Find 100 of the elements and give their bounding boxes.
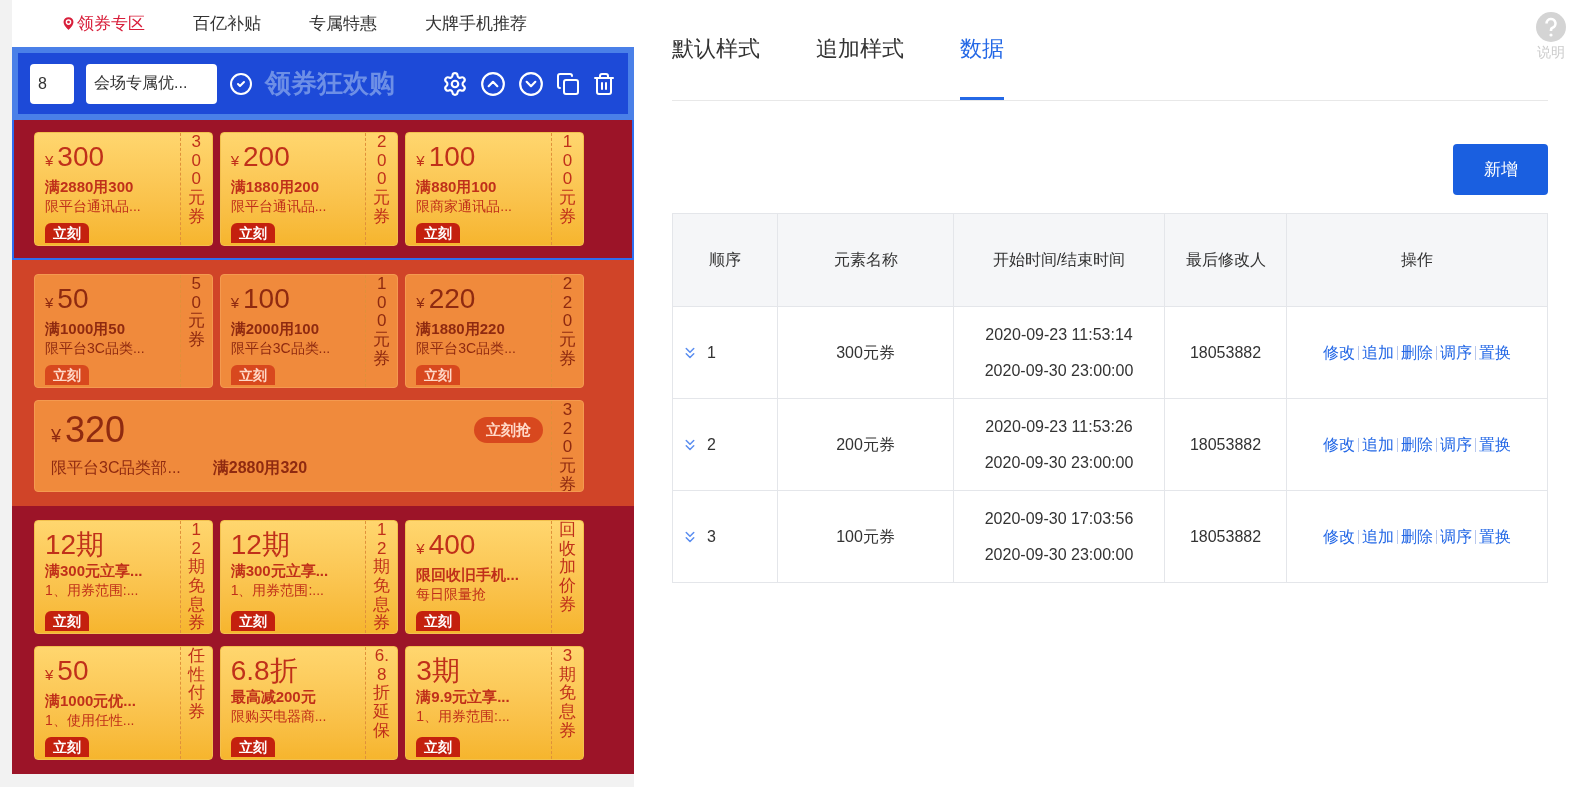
delete-icon[interactable] xyxy=(592,71,616,96)
copy-icon[interactable] xyxy=(556,71,580,96)
coupon-amount: ¥100 xyxy=(416,141,477,174)
claim-button[interactable]: 立刻 xyxy=(230,365,275,385)
coupon-card[interactable]: ¥200 满1880用200 限平台通讯品... 立刻 200元券 xyxy=(219,132,399,246)
table-cell: 100元券 xyxy=(778,491,954,582)
start-time: 2020-09-23 11:53:14 xyxy=(985,324,1133,345)
action-link[interactable]: 修改 xyxy=(1323,432,1355,457)
coupon-card[interactable]: 12期 满300元立享... 1、用券范围:... 立刻 12期免息券 xyxy=(34,520,213,634)
action-link[interactable]: 追加 xyxy=(1362,432,1394,457)
action-link[interactable]: 置换 xyxy=(1479,340,1511,365)
coupon-condition: 满1880用200 xyxy=(230,177,321,197)
claim-button[interactable]: 立刻 xyxy=(230,737,275,757)
action-link[interactable]: 追加 xyxy=(1362,524,1394,549)
coupon-side-label: 100元券 xyxy=(559,133,576,228)
coupon-amount: ¥100 xyxy=(230,283,291,316)
confirm-icon[interactable] xyxy=(229,71,253,96)
claim-button[interactable]: 立刻 xyxy=(45,365,89,385)
claim-button[interactable]: 立刻 xyxy=(230,223,275,243)
action-link[interactable]: 删除 xyxy=(1401,340,1433,365)
coupon-condition: 满1000用50 xyxy=(45,319,127,339)
coupon-amount: ¥50 xyxy=(45,283,90,316)
action-link[interactable]: 调序 xyxy=(1440,340,1472,365)
nav-tab[interactable]: 专属特惠 xyxy=(309,10,377,37)
coupon-description: 限平台3C品类... xyxy=(416,339,517,358)
help-icon xyxy=(1536,12,1566,42)
coupon-card[interactable]: ¥100 满2000用100 限平台3C品类... 立刻 100元券 xyxy=(219,274,399,388)
table-cell: 18053882 xyxy=(1165,491,1287,582)
coupon-description: 限平台3C品类部... xyxy=(51,458,181,478)
claim-button[interactable]: 立刻 xyxy=(416,737,461,757)
claim-button[interactable]: 立刻 xyxy=(416,365,461,385)
settings-icon[interactable] xyxy=(442,70,468,97)
coupon-card[interactable]: ¥50 满1000元优... 1、使用任性... 立刻 任性付券 xyxy=(34,646,213,760)
section-title: 领券狂欢购 xyxy=(265,67,395,100)
nav-tab[interactable]: 领券专区 xyxy=(60,10,145,37)
coupon-description: 限平台3C品类... xyxy=(45,339,146,358)
coupon-side-label: 3期免息券 xyxy=(559,647,576,742)
coupon-amount: 12期 xyxy=(45,529,106,561)
coupon-card[interactable]: 3期 满9.9元立享... 1、用券范围:... 立刻 3期免息券 xyxy=(405,646,584,760)
coupon-card[interactable]: 12期 满300元立享... 1、用券范围:... 立刻 12期免息券 xyxy=(219,520,399,634)
grab-button[interactable]: 立刻抢 xyxy=(474,416,543,444)
action-link[interactable]: 调序 xyxy=(1440,524,1472,549)
location-pin-icon xyxy=(60,15,77,32)
coupon-description: 限平台通讯品... xyxy=(230,197,328,216)
coupon-condition: 满2880用300 xyxy=(45,177,135,197)
coupon-amount: 12期 xyxy=(230,529,291,561)
coupon-card[interactable]: ¥50 满1000用50 限平台3C品类... 立刻 50元券 xyxy=(34,274,213,388)
coupon-side-label: 6.8折延保 xyxy=(373,647,391,742)
column-header: 最后修改人 xyxy=(1165,214,1287,306)
action-link[interactable]: 删除 xyxy=(1401,524,1433,549)
nav-tab[interactable]: 百亿补贴 xyxy=(193,10,261,37)
coupon-card[interactable]: ¥100 满880用100 限商家通讯品... 立刻 100元券 xyxy=(405,132,584,246)
action-link[interactable]: 置换 xyxy=(1479,432,1511,457)
coupon-side-label: 100元券 xyxy=(373,275,391,370)
coupon-description: 1、用券范围:... xyxy=(416,707,511,726)
claim-button[interactable]: 立刻 xyxy=(45,611,89,631)
coupon-side-label: 12期免息券 xyxy=(187,521,205,633)
coupon-description: 限平台通讯品... xyxy=(45,197,142,216)
table-cell: 18053882 xyxy=(1165,399,1287,490)
action-link[interactable]: 修改 xyxy=(1323,524,1355,549)
coupon-card[interactable]: 6.8折 最高减200元 限购买电器商... 立刻 6.8折延保 xyxy=(219,646,399,760)
coupon-side-label: 任性付券 xyxy=(187,647,205,724)
claim-button[interactable]: 立刻 xyxy=(230,611,275,631)
coupon-side-label: 回收加价券 xyxy=(559,521,576,616)
claim-button[interactable]: 立刻 xyxy=(45,737,89,757)
add-button[interactable]: 新增 xyxy=(1453,144,1548,195)
coupon-condition: 限回收旧手机... xyxy=(416,565,520,585)
action-link[interactable]: 修改 xyxy=(1323,340,1355,365)
start-time: 2020-09-23 11:53:26 xyxy=(985,416,1133,437)
move-up-icon[interactable] xyxy=(480,70,506,97)
claim-button[interactable]: 立刻 xyxy=(416,223,461,243)
claim-button[interactable]: 立刻 xyxy=(45,223,89,243)
coupon-amount: ¥50 xyxy=(45,655,90,688)
coupon-card[interactable]: ¥400 限回收旧手机... 每日限量抢 立刻 回收加价券 xyxy=(405,520,584,634)
coupon-card[interactable]: ¥300 满2880用300 限平台通讯品... 立刻 300元券 xyxy=(34,132,213,246)
panel-tab[interactable]: 默认样式 xyxy=(672,0,760,100)
coupon-condition: 满1000元优... xyxy=(45,691,137,711)
end-time: 2020-09-30 23:00:00 xyxy=(984,452,1134,473)
panel-tab[interactable]: 数据 xyxy=(960,0,1004,100)
move-down-icon[interactable] xyxy=(518,70,544,97)
action-link[interactable]: 置换 xyxy=(1479,524,1511,549)
coupon-condition: 满1880用220 xyxy=(416,319,506,339)
panel-tab[interactable]: 追加样式 xyxy=(816,0,904,100)
nav-tab[interactable]: 大牌手机推荐 xyxy=(425,10,527,37)
coupon-description: 限商家通讯品... xyxy=(416,197,513,216)
name-field[interactable]: 会场专属优... xyxy=(86,63,217,104)
start-time: 2020-09-30 17:03:56 xyxy=(984,508,1134,529)
coupon-condition: 满2880用320 xyxy=(212,458,308,478)
table-cell: 200元券 xyxy=(778,399,954,490)
claim-button[interactable]: 立刻 xyxy=(416,611,461,631)
table-cell: 2 xyxy=(673,399,778,490)
action-link[interactable]: 调序 xyxy=(1440,432,1472,457)
order-field[interactable]: 8 xyxy=(30,63,74,104)
table-cell: 300元券 xyxy=(778,307,954,398)
coupon-condition: 满300元立享... xyxy=(45,561,144,581)
coupon-amount: ¥220 xyxy=(416,283,477,316)
coupon-amount: 6.8折 xyxy=(230,655,299,687)
action-link[interactable]: 删除 xyxy=(1401,432,1433,457)
action-link[interactable]: 追加 xyxy=(1362,340,1394,365)
coupon-card[interactable]: ¥220 满1880用220 限平台3C品类... 立刻 220元券 xyxy=(405,274,584,388)
